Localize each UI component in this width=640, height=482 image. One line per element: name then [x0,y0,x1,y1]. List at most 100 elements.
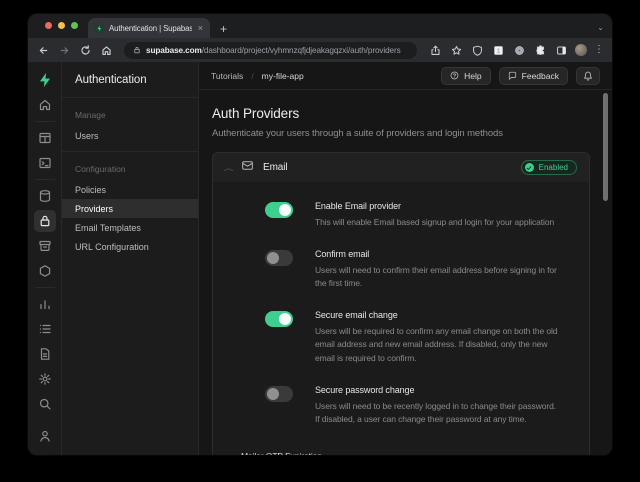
help-button[interactable]: Help [441,67,490,85]
edge-functions-icon[interactable] [34,260,56,282]
profile-avatar[interactable] [575,44,587,56]
reload-icon[interactable] [78,43,92,57]
toggle-knob [267,388,279,400]
breadcrumb-separator: / [251,71,253,81]
url-text: supabase.com/dashboard/project/vyhmnzqfj… [146,46,401,55]
rail-divider [35,179,55,180]
toggle-description: Users will need to confirm their email a… [315,264,561,291]
minimize-window-button[interactable] [58,22,65,29]
primary-nav-rail [28,62,62,455]
enabled-badge-label: Enabled [539,163,568,172]
browser-tab[interactable]: Authentication | Supabase × [88,18,210,38]
help-label: Help [464,71,481,81]
reports-icon[interactable] [34,293,56,315]
enable-email-provider-toggle[interactable] [265,202,293,218]
main-panel: Tutorials / my-file-app Help Feedback [199,62,612,455]
page-title: Auth Providers [212,106,590,121]
toggle-description: Users will be required to confirm any em… [315,325,561,366]
email-provider-card: ︿ Email Enabled [212,152,590,455]
https-lock-icon [133,46,141,54]
rail-divider [35,287,55,288]
collapse-chevron-icon[interactable]: ︿ [224,163,234,173]
home-nav-icon[interactable] [34,94,56,116]
feedback-button[interactable]: Feedback [499,67,568,85]
address-bar[interactable]: supabase.com/dashboard/project/vyhmnzqfj… [124,42,417,59]
zoom-window-button[interactable] [71,22,78,29]
password-ext-icon[interactable]: 1 [491,43,505,57]
sidebar-item-policies[interactable]: Policies [62,180,198,199]
toggle-row: Confirm email Users will need to confirm… [265,249,561,291]
notifications-button[interactable] [576,67,600,85]
browser-toolbar: supabase.com/dashboard/project/vyhmnzqfj… [28,38,612,62]
sidebar-item-url-configuration[interactable]: URL Configuration [62,237,198,256]
tab-title: Authentication | Supabase [109,24,192,33]
chat-bubble-icon [508,71,517,80]
auth-lock-icon[interactable] [34,210,56,232]
rail-divider [35,121,55,122]
toggle-label: Secure password change [315,385,561,395]
api-docs-icon[interactable] [34,343,56,365]
star-icon[interactable] [449,43,463,57]
sidebar-section-configuration: Configuration Policies Providers Email T… [62,152,198,262]
desktop-background: Authentication | Supabase × + ⌄ supabase… [0,0,640,482]
extensions-puzzle-icon[interactable] [533,43,547,57]
storage-icon[interactable] [34,235,56,257]
secure-password-change-toggle[interactable] [265,386,293,402]
scrollbar-thumb[interactable] [603,93,608,201]
adblock-shield-icon[interactable] [470,43,484,57]
profile-icon[interactable] [34,425,56,447]
confirm-email-toggle[interactable] [265,250,293,266]
share-icon[interactable] [428,43,442,57]
provider-name: Email [263,162,512,173]
breadcrumb-org[interactable]: Tutorials [211,71,243,81]
tab-search-chevron-icon[interactable]: ⌄ [597,23,604,32]
sidebar-title: Authentication [62,62,198,97]
search-icon[interactable] [34,393,56,415]
sidebar-item-providers[interactable]: Providers [62,199,198,218]
window-controls [45,22,78,29]
browser-window: Authentication | Supabase × + ⌄ supabase… [28,14,612,455]
supabase-logo[interactable] [34,69,56,91]
breadcrumb-project[interactable]: my-file-app [262,71,304,81]
menu-kebab-icon[interactable]: ⋮ [594,45,604,55]
authentication-sidebar: Authentication Manage Users Configuratio… [62,62,199,455]
sidebar-item-users[interactable]: Users [62,126,198,145]
toggle-label: Confirm email [315,249,561,259]
forward-icon[interactable] [57,43,71,57]
bell-icon [583,71,593,81]
home-icon[interactable] [99,43,113,57]
toggle-row: Secure email change Users will be requir… [265,310,561,366]
breadcrumb-bar: Tutorials / my-file-app Help Feedback [199,62,612,90]
database-icon[interactable] [34,185,56,207]
toggle-knob [279,313,291,325]
help-circle-icon [450,71,459,80]
side-panel-icon[interactable] [554,43,568,57]
close-window-button[interactable] [45,22,52,29]
toggle-row: Secure password change Users will need t… [265,385,561,427]
sidebar-section-manage: Manage Users [62,98,198,151]
supabase-app: Authentication Manage Users Configuratio… [28,62,612,455]
email-icon [241,159,254,177]
sql-editor-icon[interactable] [34,152,56,174]
logs-icon[interactable] [34,318,56,340]
tab-close-icon[interactable]: × [197,24,204,33]
circle-ext-icon[interactable] [512,43,526,57]
secure-email-change-toggle[interactable] [265,311,293,327]
table-editor-icon[interactable] [34,127,56,149]
toggle-label: Enable Email provider [315,201,561,211]
supabase-favicon [94,23,104,33]
email-provider-header[interactable]: ︿ Email Enabled [213,153,589,182]
sidebar-item-email-templates[interactable]: Email Templates [62,218,198,237]
toggle-label: Secure email change [315,310,561,320]
back-icon[interactable] [36,43,50,57]
mailer-otp-expiration-label: Mailer OTP Expiration [241,451,561,455]
settings-gear-icon[interactable] [34,368,56,390]
section-label: Configuration [62,162,198,180]
toggle-row: Enable Email provider This will enable E… [265,201,561,230]
page-subtitle: Authenticate your users through a suite … [212,128,590,139]
svg-text:1: 1 [496,47,500,54]
url-domain: supabase.com [146,46,202,55]
new-tab-button[interactable]: + [220,23,227,35]
check-circle-icon [525,163,534,172]
toggle-description: This will enable Email based signup and … [315,216,561,230]
